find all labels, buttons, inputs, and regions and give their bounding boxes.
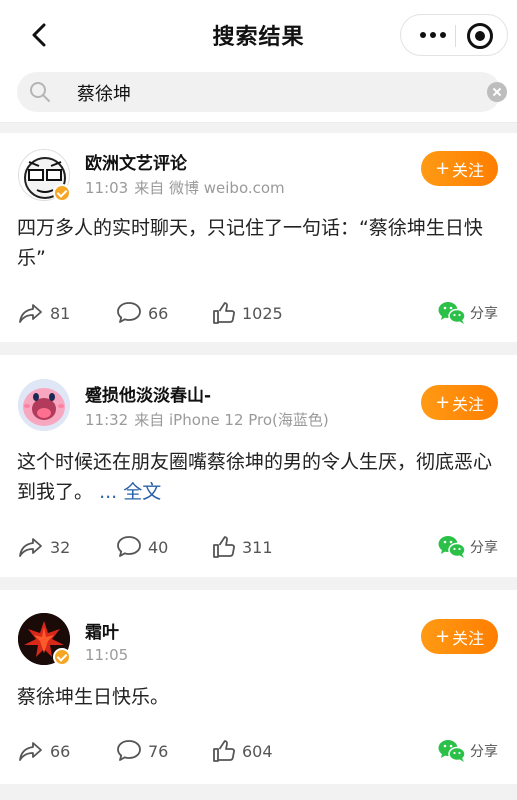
post-card: 霜叶 11:05 + 关注 蔡徐坤生日快乐。 66 76 604 分享 — [0, 590, 517, 784]
post-source: 来自 微博 weibo.com — [134, 179, 285, 197]
post-meta: 11:32 来自 iPhone 12 Pro(海蓝色) — [85, 409, 335, 430]
post-time: 11:03 — [85, 179, 129, 197]
follow-button[interactable]: + 关注 — [421, 619, 498, 654]
plus-icon: + — [434, 392, 451, 413]
wechat-icon — [438, 740, 466, 762]
clear-icon[interactable] — [487, 82, 507, 102]
search-bar[interactable]: 蔡徐坤 — [17, 72, 507, 112]
like-button[interactable]: 311 — [212, 532, 273, 562]
expand-full-text-link[interactable]: ... 全文 — [99, 481, 161, 503]
comment-button[interactable]: 66 — [116, 298, 168, 328]
search-icon — [30, 82, 50, 102]
follow-button[interactable]: + 关注 — [421, 385, 498, 420]
post-source: 来自 iPhone 12 Pro(海蓝色) — [134, 411, 329, 429]
post-meta: 11:05 — [85, 646, 134, 664]
repost-icon — [19, 304, 42, 323]
repost-button[interactable]: 81 — [18, 298, 70, 328]
post-card: 欧洲文艺评论 11:03 来自 微博 weibo.com + 关注 四万多人的实时聊… — [0, 133, 517, 342]
post-actions: 32 40 311 分享 — [0, 532, 517, 562]
post-time: 11:05 — [85, 646, 129, 664]
post-actions: 81 66 1025 分享 — [0, 298, 517, 328]
comment-icon — [117, 740, 141, 761]
like-button[interactable]: 604 — [212, 736, 273, 766]
follow-button[interactable]: + 关注 — [421, 151, 498, 186]
username[interactable]: 蹙损他淡淡春山- — [85, 381, 211, 406]
post-card: 蹙损他淡淡春山- 11:32 来自 iPhone 12 Pro(海蓝色) + 关注 … — [0, 355, 517, 577]
verified-badge — [53, 648, 71, 666]
wechat-icon — [438, 302, 466, 324]
comment-button[interactable]: 40 — [116, 532, 168, 562]
post-text[interactable]: 蔡徐坤生日快乐。 — [17, 682, 501, 712]
repost-icon — [19, 742, 42, 761]
share-button[interactable]: 分享 — [438, 298, 498, 328]
repost-button[interactable]: 66 — [18, 736, 70, 766]
wechat-icon — [438, 536, 466, 558]
comment-button[interactable]: 76 — [116, 736, 168, 766]
target-icon[interactable] — [467, 23, 493, 49]
comment-icon — [117, 302, 141, 323]
plus-icon: + — [434, 626, 451, 647]
more-dots-icon[interactable] — [413, 15, 453, 55]
repost-button[interactable]: 32 — [18, 532, 70, 562]
verified-badge — [53, 184, 71, 202]
post-time: 11:32 — [85, 411, 129, 429]
thumbs-up-icon — [213, 740, 235, 762]
like-button[interactable]: 1025 — [212, 298, 283, 328]
share-button[interactable]: 分享 — [438, 736, 498, 766]
mini-program-capsule — [400, 14, 508, 56]
repost-icon — [19, 538, 42, 557]
username[interactable]: 欧洲文艺评论 — [85, 149, 187, 174]
share-button[interactable]: 分享 — [438, 532, 498, 562]
avatar-image — [18, 379, 70, 431]
post-text[interactable]: 这个时候还在朋友圈嘴蔡徐坤的男的令人生厌，彻底恶心到我了。 ... 全文 — [17, 447, 501, 507]
avatar[interactable] — [18, 379, 70, 431]
plus-icon: + — [434, 158, 451, 179]
comment-icon — [117, 536, 141, 557]
top-bar: 搜索结果 蔡徐坤 — [0, 0, 517, 123]
thumbs-up-icon — [213, 536, 235, 558]
username[interactable]: 霜叶 — [85, 618, 119, 643]
post-meta: 11:03 来自 微博 weibo.com — [85, 177, 291, 198]
search-input[interactable]: 蔡徐坤 — [77, 80, 131, 106]
post-text[interactable]: 四万多人的实时聊天，只记住了一句话：“蔡徐坤生日快乐” — [17, 213, 501, 273]
post-actions: 66 76 604 分享 — [0, 736, 517, 766]
capsule-divider — [455, 25, 456, 47]
thumbs-up-icon — [213, 302, 235, 324]
